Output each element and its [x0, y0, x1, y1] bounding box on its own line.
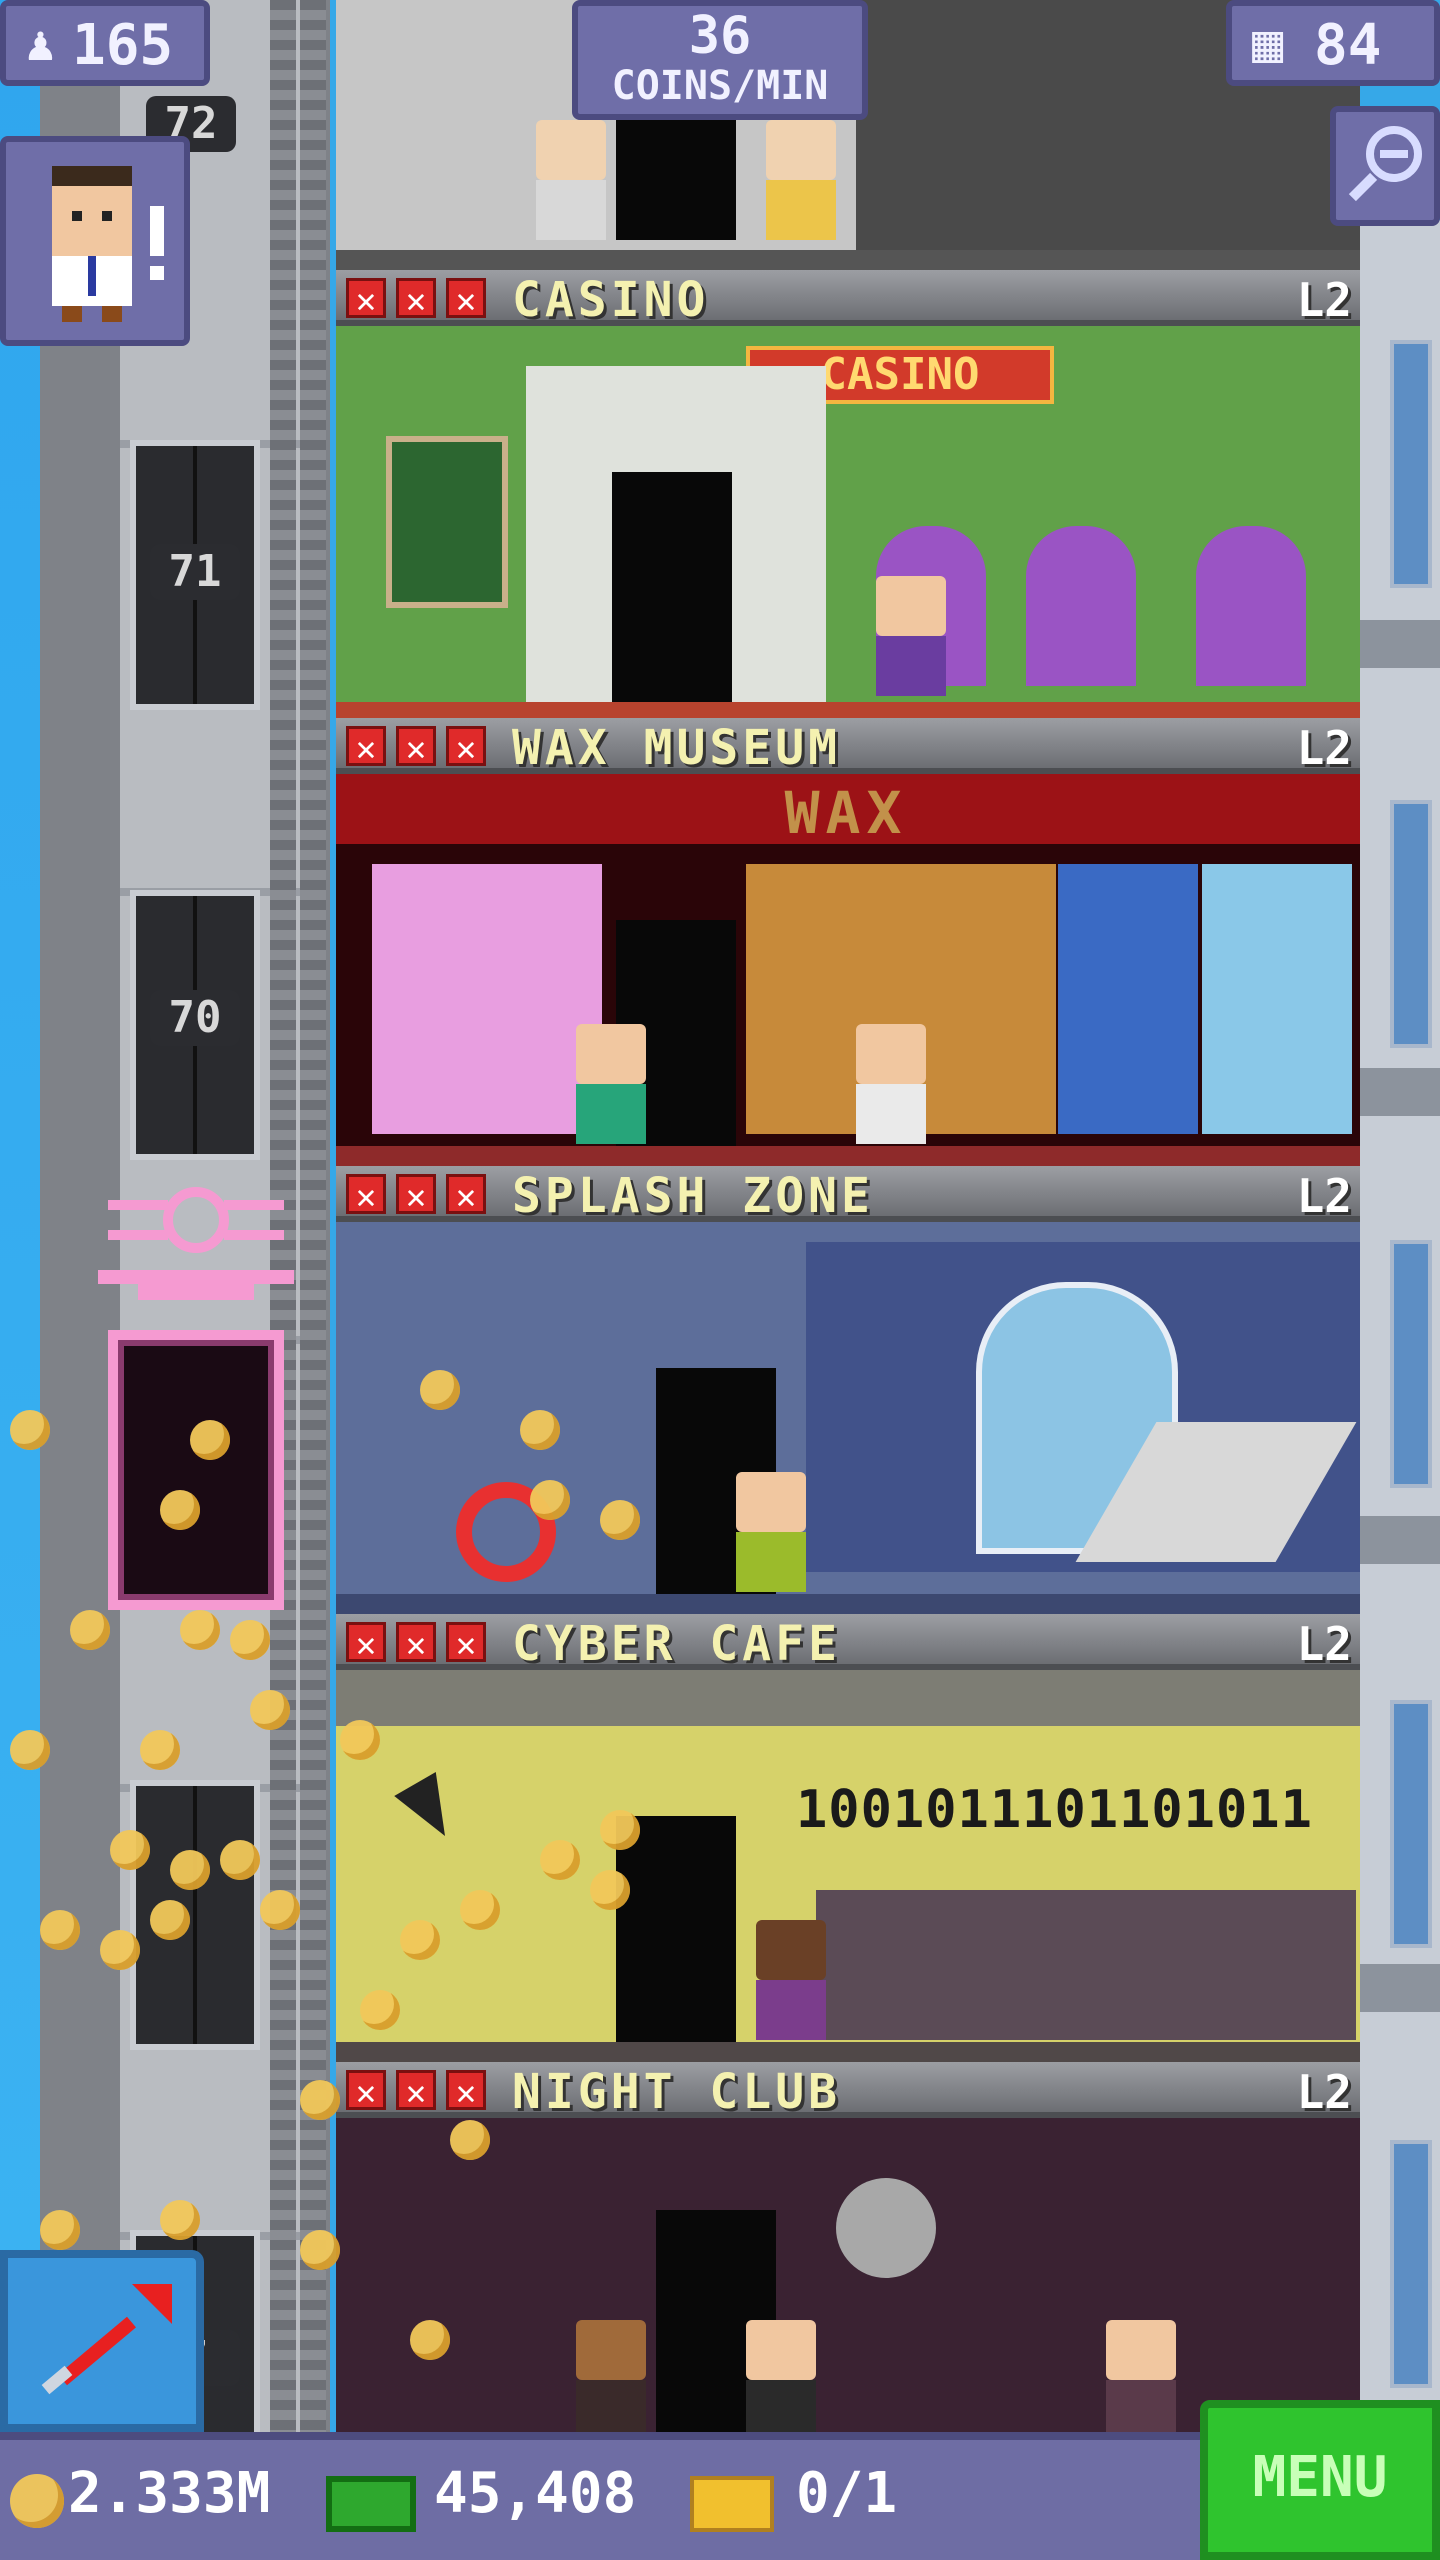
coins-value: 2.333M [68, 2461, 271, 2526]
out-of-stock-icon: ✕ [446, 2070, 486, 2113]
floor-level: L2 [1296, 2065, 1352, 2119]
floor-name: CASINO [512, 272, 710, 328]
floor-level: L2 [1296, 1169, 1352, 1223]
coins-per-min-value: 36 [688, 6, 752, 66]
floor-casino[interactable]: ✕ ✕ ✕ CASINO L2 CASINO [336, 270, 1360, 718]
out-of-stock-icon: ✕ [446, 1622, 486, 1665]
floor-title-bar: ✕ ✕ ✕ CYBER CAFE L2 [336, 1614, 1360, 1670]
zoom-out-icon [1348, 126, 1422, 202]
floor-level: L2 [1296, 721, 1352, 775]
out-of-stock-icon: ✕ [346, 2070, 386, 2113]
floor-room: 1001011101101011 [336, 1670, 1360, 2062]
floor-counter[interactable]: ▦ 84 [1226, 0, 1440, 86]
elevator-floor-number: 70 [150, 990, 240, 1046]
bux-icon [326, 2476, 416, 2532]
disco-ball-icon [836, 2178, 936, 2278]
coins-per-min-label: COINS/MIN [611, 63, 829, 109]
out-of-stock-icon: ✕ [346, 1174, 386, 1217]
binary-sign: 1001011101101011 [796, 1780, 1313, 1840]
out-of-stock-icon: ✕ [446, 278, 486, 321]
out-of-stock-icon: ✕ [396, 1622, 436, 1665]
population-icon: ♟ [26, 16, 55, 72]
floor-room [336, 2118, 1360, 2440]
floor-night-club[interactable]: ✕ ✕ ✕ NIGHT CLUB L2 [336, 2062, 1360, 2440]
floor-wax-museum[interactable]: ✕ ✕ ✕ WAX MUSEUM L2 WAX [336, 718, 1360, 1166]
out-of-stock-icon: ✕ [346, 1622, 386, 1665]
floor-room [336, 1222, 1360, 1614]
out-of-stock-icon: ✕ [346, 278, 386, 321]
floor-name: CYBER CAFE [512, 1616, 841, 1672]
floor-splash-zone[interactable]: ✕ ✕ ✕ SPLASH ZONE L2 [336, 1166, 1360, 1614]
out-of-stock-icon: ✕ [396, 2070, 436, 2113]
coins-per-min-display: 36 COINS/MIN [572, 0, 868, 120]
floor-name: WAX MUSEUM [512, 720, 841, 776]
raise-arrow-icon [41, 2284, 172, 2395]
floor-name: SPLASH ZONE [512, 1168, 874, 1224]
out-of-stock-icon: ✕ [396, 726, 436, 769]
wax-sign: WAX [784, 779, 908, 847]
menu-button[interactable]: MENU [1200, 2400, 1440, 2560]
bitizen-notification-button[interactable] [0, 136, 190, 346]
floor-cyber-cafe[interactable]: ✕ ✕ ✕ CYBER CAFE L2 1001011101101011 [336, 1614, 1360, 2062]
tickets-value[interactable]: 0/1 [796, 2462, 897, 2526]
vip-elevator-car[interactable] [108, 1330, 284, 1610]
ticket-icon [690, 2476, 774, 2532]
floor-title-bar: ✕ ✕ ✕ CASINO L2 [336, 270, 1360, 326]
floor-title-bar: ✕ ✕ ✕ NIGHT CLUB L2 [336, 2062, 1360, 2118]
floor-count-value: 84 [1314, 13, 1382, 78]
floor-level: L2 [1296, 1617, 1352, 1671]
population-value: 165 [72, 13, 174, 78]
floor-title-bar: ✕ ✕ ✕ WAX MUSEUM L2 [336, 718, 1360, 774]
population-counter[interactable]: ♟ 165 [0, 0, 210, 86]
floor-level: L2 [1296, 273, 1352, 327]
floor-name: NIGHT CLUB [512, 2064, 841, 2120]
notification-person-icon [52, 166, 164, 322]
floor-title-bar: ✕ ✕ ✕ SPLASH ZONE L2 [336, 1166, 1360, 1222]
floor-room: WAX [336, 774, 1360, 1166]
zoom-out-button[interactable] [1330, 106, 1440, 226]
out-of-stock-icon: ✕ [396, 278, 436, 321]
out-of-stock-icon: ✕ [346, 726, 386, 769]
floor-room: CASINO [336, 326, 1360, 718]
elevator-floor-number: 71 [150, 544, 240, 600]
out-of-stock-icon: ✕ [396, 1174, 436, 1217]
floors-icon: ▦ [1252, 14, 1284, 74]
raise-tower-button[interactable] [0, 2250, 204, 2432]
bux-value[interactable]: 45,408 [434, 2462, 636, 2526]
vip-bow-icon [98, 1187, 294, 1300]
tower-exterior-wall [1360, 220, 1440, 2440]
out-of-stock-icon: ✕ [446, 726, 486, 769]
elevator-rail [300, 0, 326, 2440]
out-of-stock-icon: ✕ [446, 1174, 486, 1217]
coin-icon [10, 2474, 64, 2528]
